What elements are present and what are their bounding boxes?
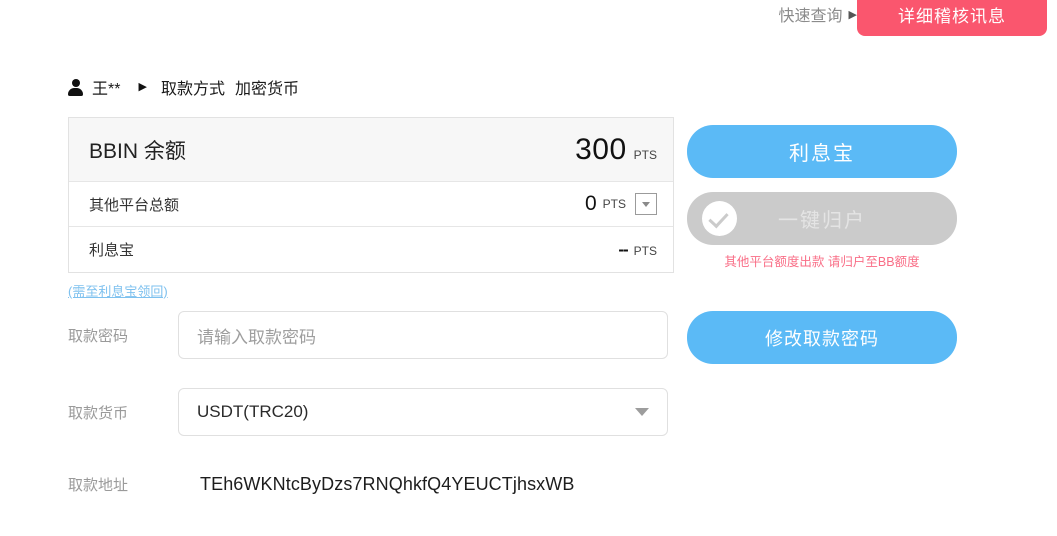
withdraw-password-input[interactable]: 请输入取款密码 [178, 311, 668, 359]
withdraw-password-placeholder: 请输入取款密码 [197, 327, 316, 347]
balance-unit-other-platforms: PTS [602, 197, 626, 211]
withdraw-password-row: 取款密码 请输入取款密码 [68, 311, 668, 359]
one-click-transfer-button[interactable]: 一键归户 [687, 192, 957, 245]
detail-audit-tab-label: 详细稽核讯息 [898, 7, 1006, 26]
balance-label-bbin: BBIN 余额 [89, 139, 186, 163]
triangle-right-icon: ▶ [848, 8, 857, 21]
chevron-down-icon [635, 408, 649, 416]
balance-amount-lixibao: -- [618, 239, 628, 259]
withdraw-address-label: 取款地址 [68, 477, 129, 494]
balance-label-other-platforms: 其他平台总额 [89, 196, 180, 214]
withdraw-currency-row: 取款货币 USDT(TRC20) [68, 388, 668, 436]
withdraw-currency-label: 取款货币 [68, 404, 129, 422]
balance-unit-bbin: PTS [633, 147, 657, 162]
lixibao-button-label: 利息宝 [789, 143, 855, 165]
transfer-warning-text: 其他平台额度出款 请归户至BB额度 [724, 255, 920, 269]
balance-amount-other-platforms: 0 [584, 192, 597, 215]
lixibao-claim-note-link[interactable]: (需至利息宝领回) [68, 281, 168, 300]
balance-card: BBIN 余额 300 PTS 其他平台总额 0 PTS 利息宝 -- PTS [68, 117, 674, 273]
withdraw-password-label: 取款密码 [68, 327, 129, 345]
one-click-transfer-label: 一键归户 [778, 210, 866, 232]
withdraw-address-row: 取款地址 TEh6WKNtcByDzs7RNQhkfQ4YEUCTjhsxWB [68, 474, 574, 495]
withdraw-address-value: TEh6WKNtcByDzs7RNQhkfQ4YEUCTjhsxWB [200, 474, 575, 494]
breadcrumb-username: 王** [92, 81, 121, 98]
balance-label-lixibao: 利息宝 [89, 242, 135, 259]
change-withdraw-password-label: 修改取款密码 [765, 328, 879, 349]
balance-row-bbin: BBIN 余额 300 PTS [69, 118, 673, 182]
breadcrumb-withdraw-method-label: 取款方式 [160, 81, 225, 98]
person-icon [68, 78, 83, 96]
quick-query-tab[interactable]: 快速查询 ▶ [779, 2, 857, 26]
expand-other-platforms-button[interactable] [635, 193, 657, 215]
lixibao-button[interactable]: 利息宝 [687, 125, 957, 178]
balance-amount-bbin: 300 [575, 132, 627, 166]
withdraw-currency-value: USDT(TRC20) [197, 402, 309, 421]
chevron-down-icon [642, 201, 650, 207]
check-circle-icon [702, 201, 737, 236]
balance-row-lixibao: 利息宝 -- PTS [69, 227, 673, 272]
withdraw-currency-select[interactable]: USDT(TRC20) [178, 388, 668, 436]
top-tab-bar: 快速查询 ▶ 详细稽核讯息 [0, 0, 1057, 38]
change-withdraw-password-button[interactable]: 修改取款密码 [687, 311, 957, 364]
triangle-right-icon: ▶ [138, 80, 147, 93]
quick-query-label: 快速查询 [778, 8, 843, 25]
breadcrumb: 王** ▶ 取款方式 加密货币 [68, 75, 299, 99]
breadcrumb-withdraw-method-value: 加密货币 [234, 81, 299, 98]
balance-unit-lixibao: PTS [633, 243, 657, 258]
balance-row-other-platforms: 其他平台总额 0 PTS [69, 182, 673, 227]
detail-audit-tab[interactable]: 详细稽核讯息 [857, 0, 1047, 36]
